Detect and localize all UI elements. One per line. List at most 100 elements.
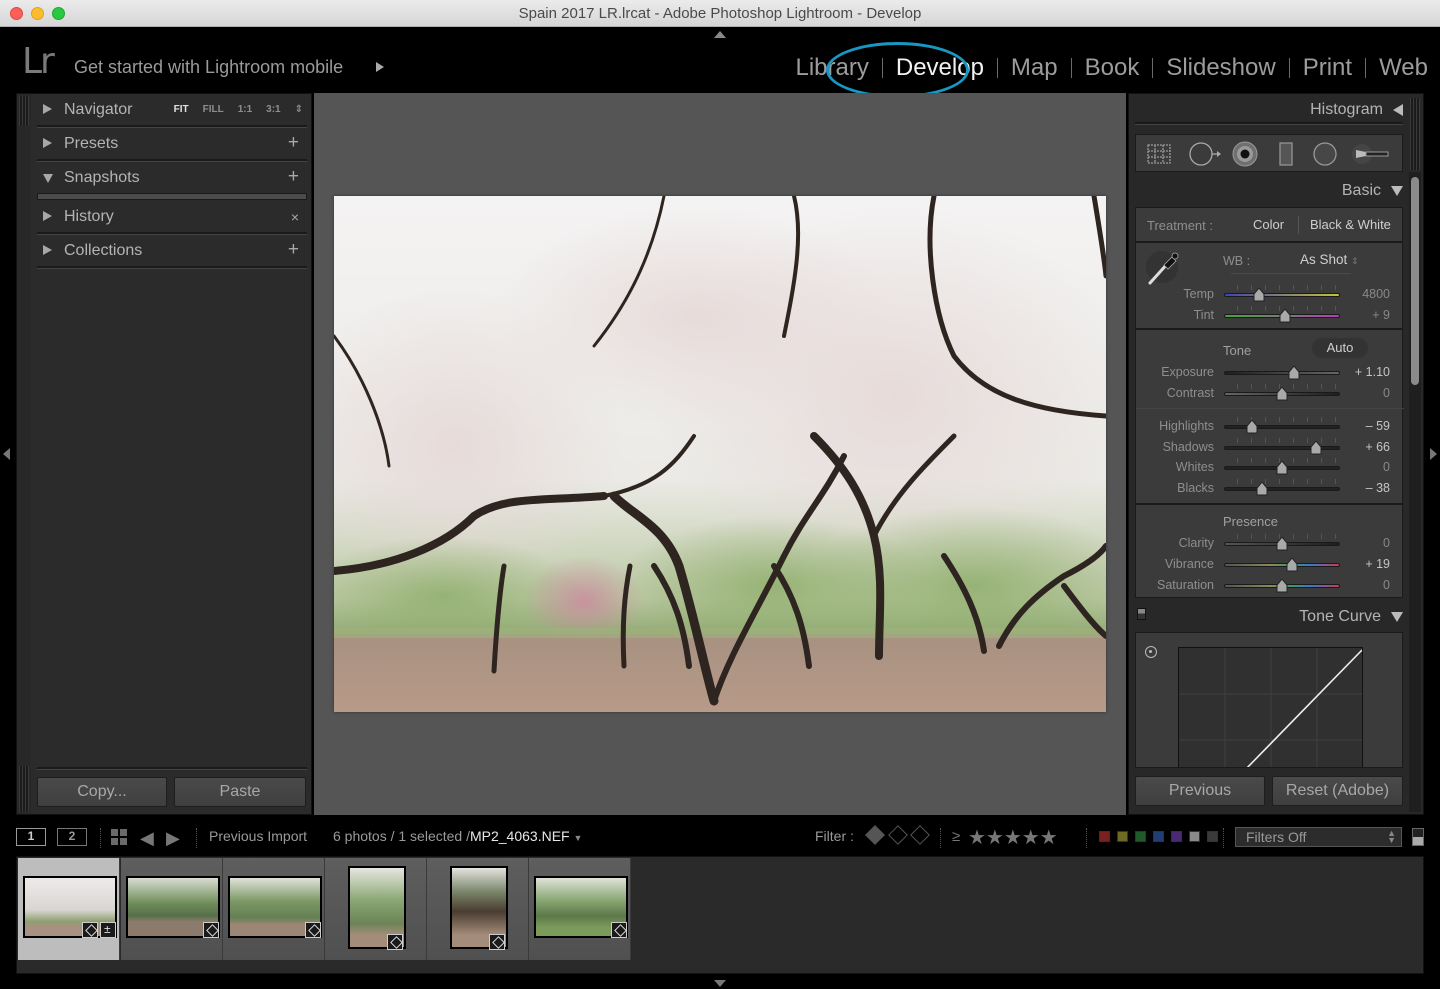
color-label-filter[interactable]: [1171, 831, 1182, 842]
secondary-window-button[interactable]: 2: [57, 828, 87, 846]
filmstrip-thumbnail[interactable]: [325, 858, 427, 960]
targeted-adjustment-icon[interactable]: [1145, 646, 1157, 658]
exposure-value[interactable]: + 1.10: [1355, 365, 1390, 379]
filmstrip-thumbnail[interactable]: [18, 858, 120, 960]
module-map[interactable]: Map: [998, 54, 1071, 82]
blacks-slider-track[interactable]: [1224, 487, 1340, 491]
clarity-slider-thumb[interactable]: [1276, 537, 1288, 551]
paste-settings-button[interactable]: Paste: [174, 777, 306, 807]
shadows-value[interactable]: + 66: [1365, 440, 1390, 454]
tint-value[interactable]: + 9: [1372, 308, 1390, 322]
grid-view-icon[interactable]: [111, 829, 127, 845]
module-web[interactable]: Web: [1366, 54, 1428, 82]
contrast-value[interactable]: 0: [1383, 386, 1390, 400]
previous-photo-arrow-icon[interactable]: ◀: [140, 828, 154, 849]
history-header[interactable]: History ×: [37, 201, 307, 235]
collections-header[interactable]: Collections +: [37, 235, 307, 269]
histogram-header[interactable]: Histogram: [1310, 101, 1403, 119]
rating-operator[interactable]: ≥: [952, 828, 960, 845]
reset-settings-button[interactable]: Reset (Adobe): [1272, 776, 1403, 806]
highlights-slider-thumb[interactable]: [1246, 420, 1258, 434]
add-snapshot-icon[interactable]: +: [288, 166, 299, 188]
filmstrip-thumbnail[interactable]: [121, 858, 223, 960]
collapse-left-panel-icon[interactable]: [3, 448, 10, 460]
vibrance-value[interactable]: + 19: [1365, 557, 1390, 571]
whites-slider-thumb[interactable]: [1276, 461, 1288, 475]
module-slideshow[interactable]: Slideshow: [1153, 54, 1288, 82]
photo-preview[interactable]: [334, 196, 1106, 712]
color-label-filter[interactable]: [1207, 831, 1218, 842]
shadows-slider-thumb[interactable]: [1310, 441, 1322, 455]
zoom-3-1-option[interactable]: 3:1: [266, 104, 280, 115]
spot-removal-icon[interactable]: [1188, 141, 1222, 167]
snapshots-header[interactable]: Snapshots +: [37, 162, 307, 196]
saturation-slider-thumb[interactable]: [1276, 579, 1288, 593]
collapse-filmstrip-icon[interactable]: [714, 980, 726, 987]
wb-preset-select[interactable]: As Shot ⇕: [1300, 252, 1359, 267]
temp-value[interactable]: 4800: [1362, 287, 1390, 301]
treatment-bw-option[interactable]: Black & White: [1310, 217, 1391, 232]
panel-resize-grip[interactable]: [1410, 98, 1420, 170]
tint-slider-thumb[interactable]: [1279, 309, 1291, 323]
zoom-1-1-option[interactable]: 1:1: [238, 104, 252, 115]
highlights-value[interactable]: – 59: [1366, 419, 1390, 433]
collapse-right-panel-icon[interactable]: [1430, 448, 1437, 460]
unflagged-filter-icon[interactable]: [888, 825, 908, 845]
tone-curve-toggle[interactable]: [1137, 608, 1146, 620]
main-window-button[interactable]: 1: [16, 828, 46, 846]
presets-header[interactable]: Presets +: [37, 128, 307, 162]
source-label[interactable]: Previous Import: [209, 828, 307, 844]
add-preset-icon[interactable]: +: [288, 132, 299, 154]
contrast-slider-thumb[interactable]: [1276, 387, 1288, 401]
next-photo-arrow-icon[interactable]: ▶: [166, 828, 180, 849]
color-label-filter[interactable]: [1099, 831, 1110, 842]
add-collection-icon[interactable]: +: [288, 239, 299, 261]
zoom-stepper-icon[interactable]: ⇕: [295, 104, 303, 115]
copy-settings-button[interactable]: Copy...: [37, 777, 167, 807]
panel-resize-grip[interactable]: [19, 766, 29, 812]
saturation-value[interactable]: 0: [1383, 578, 1390, 592]
color-label-filter[interactable]: [1153, 831, 1164, 842]
blacks-value[interactable]: – 38: [1366, 481, 1390, 495]
zoom-fill-option[interactable]: FILL: [203, 104, 224, 115]
panel-resize-grip[interactable]: [19, 96, 29, 126]
flagged-filter-icon[interactable]: [865, 825, 885, 845]
exposure-slider-track[interactable]: [1224, 371, 1340, 375]
adjustment-brush-icon[interactable]: [1352, 141, 1392, 167]
basic-header[interactable]: Basic: [1342, 182, 1403, 200]
treatment-color-option[interactable]: Color: [1253, 217, 1284, 232]
filter-lock-toggle[interactable]: [1412, 828, 1424, 846]
graduated-filter-icon[interactable]: [1273, 141, 1299, 167]
temp-slider-thumb[interactable]: [1253, 288, 1265, 302]
collapse-top-panel-icon[interactable]: [714, 31, 726, 38]
tone-curve-header[interactable]: Tone Curve: [1299, 608, 1403, 626]
main-image-view[interactable]: [314, 93, 1126, 815]
whites-value[interactable]: 0: [1383, 460, 1390, 474]
color-label-filter[interactable]: [1117, 831, 1128, 842]
auto-tone-button[interactable]: Auto: [1312, 338, 1368, 358]
vibrance-slider-track[interactable]: [1224, 563, 1340, 567]
mobile-prompt-link[interactable]: Get started with Lightroom mobile: [74, 57, 343, 78]
color-label-filter[interactable]: [1189, 831, 1200, 842]
module-print[interactable]: Print: [1290, 54, 1365, 82]
zoom-fit-option[interactable]: FIT: [174, 104, 189, 115]
previous-settings-button[interactable]: Previous: [1135, 776, 1265, 806]
module-book[interactable]: Book: [1072, 54, 1153, 82]
rating-filter-stars[interactable]: ★★★★★: [968, 825, 1058, 850]
play-arrow-icon[interactable]: [376, 62, 384, 72]
filmstrip-thumbnail[interactable]: [427, 858, 529, 960]
navigator-header[interactable]: Navigator FIT FILL 1:1 3:1 ⇕: [37, 94, 307, 128]
selection-info[interactable]: 6 photos / 1 selected /MP2_4063.NEF ▼: [333, 828, 582, 844]
filmstrip-thumbnail[interactable]: [529, 858, 631, 960]
tone-curve-graph[interactable]: [1178, 647, 1363, 767]
radial-filter-icon[interactable]: [1312, 141, 1338, 167]
crop-overlay-icon[interactable]: [1146, 141, 1172, 167]
vibrance-slider-thumb[interactable]: [1286, 558, 1298, 572]
clarity-value[interactable]: 0: [1383, 536, 1390, 550]
clear-history-icon[interactable]: ×: [291, 209, 299, 225]
red-eye-icon[interactable]: [1232, 141, 1258, 167]
filter-preset-select[interactable]: Filters Off ▲ ▼: [1235, 827, 1402, 847]
blacks-slider-thumb[interactable]: [1256, 482, 1268, 496]
color-label-filter[interactable]: [1135, 831, 1146, 842]
highlights-slider-track[interactable]: [1224, 425, 1340, 429]
